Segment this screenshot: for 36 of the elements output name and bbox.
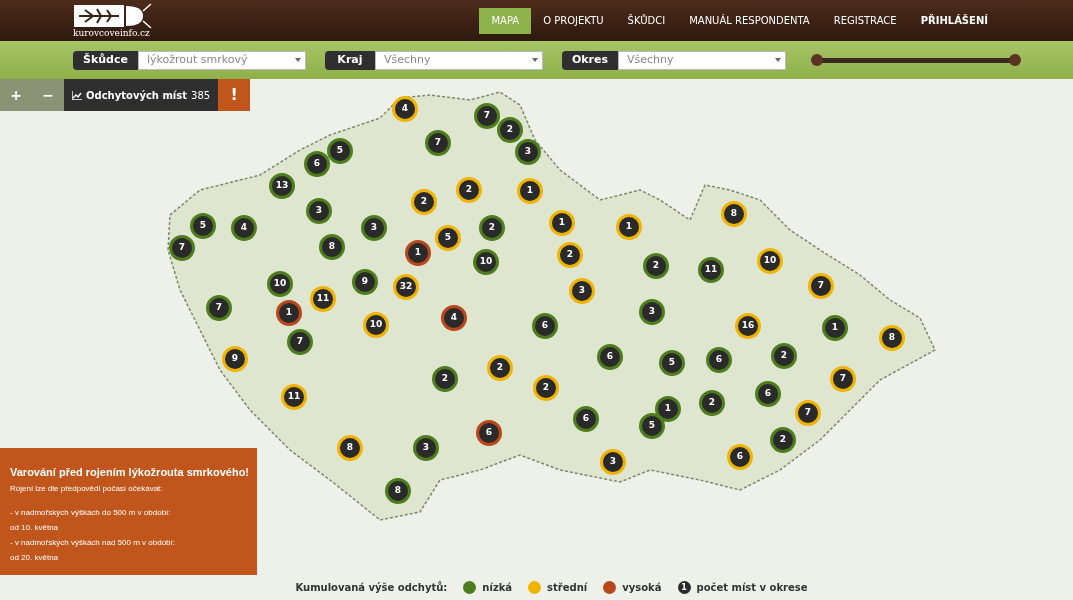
warning-title: Varování před rojením lýkožrouta smrkového! xyxy=(10,465,247,480)
warning-intro: Rojení lze dle předpovědi počasí očekávat: xyxy=(10,482,164,495)
nav-link[interactable]: O PROJEKTU xyxy=(531,7,616,34)
slider-handle[interactable] xyxy=(811,54,824,66)
warning-text: od 10. května xyxy=(10,521,60,534)
logo-text: kurovcoveinfo.cz xyxy=(73,29,150,38)
alert-button[interactable]: ! xyxy=(218,79,251,111)
nav-link[interactable]: MANUÁL RESPONDENTA xyxy=(677,7,822,34)
nav-link[interactable]: PŘIHLÁŠENÍ xyxy=(908,7,1000,34)
filter-label: Okres xyxy=(561,50,619,70)
legend-label: vysoká xyxy=(622,581,662,595)
trap-count-value: 385 xyxy=(191,88,211,103)
range-slider[interactable] xyxy=(811,53,1022,67)
legend-count-marker: 1 xyxy=(677,581,691,594)
map-cluster-marker[interactable]: 4 xyxy=(392,96,418,122)
trap-count-label: Odchytových míst xyxy=(86,88,188,103)
legend-title: Kumulovaná výše odchytů: xyxy=(295,580,448,595)
nav-link[interactable]: REGISTRACE xyxy=(821,7,909,34)
legend-label: počet míst v okrese xyxy=(696,581,808,595)
select-field[interactable]: Všechny xyxy=(618,50,787,70)
legend-label: střední xyxy=(547,581,588,595)
warning-text: - v nadmořských výškách do 500 m v období: xyxy=(10,506,172,519)
dropdown-caret-icon xyxy=(531,58,538,62)
legend-label: nízká xyxy=(482,581,513,595)
nav-link[interactable]: ŠKŮDCI xyxy=(615,7,678,34)
dropdown-caret-icon xyxy=(294,58,301,62)
dropdown-caret-icon xyxy=(775,58,782,62)
select-field[interactable]: lýkožrout smrkový xyxy=(137,50,306,70)
beetle-logo-icon xyxy=(73,3,153,29)
warning-text: - v nadmořských výškách nad 500 m v období: xyxy=(10,536,176,549)
warning-text: od 20. května xyxy=(10,551,60,564)
filter-label: Kraj xyxy=(324,50,375,70)
slider-handle[interactable] xyxy=(1009,54,1022,66)
select-field[interactable]: Všechny xyxy=(374,50,543,70)
chart-icon xyxy=(72,90,82,100)
filter-label: Škůdce xyxy=(73,50,138,70)
